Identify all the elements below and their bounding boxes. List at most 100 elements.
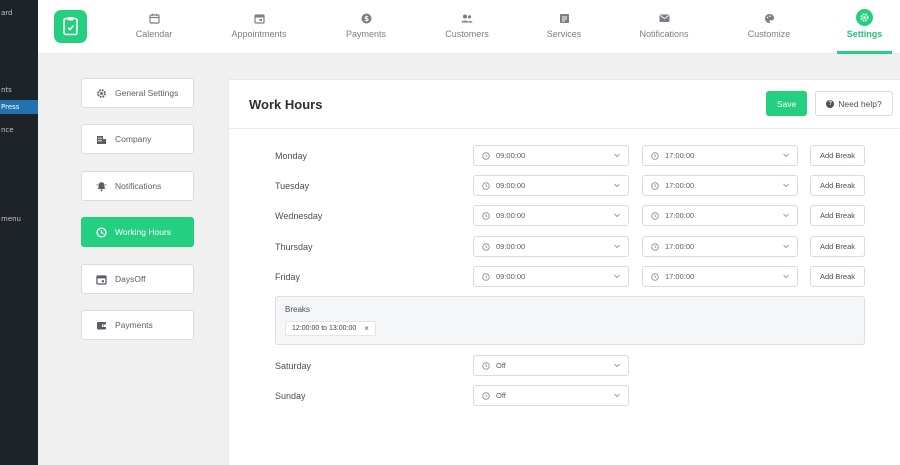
select-value: Off	[496, 391, 506, 400]
nav-label: Services	[546, 29, 582, 39]
wp-collapse-menu[interactable]: menu	[1, 215, 21, 223]
add-break-button[interactable]: Add Break	[810, 266, 865, 287]
clock-icon	[482, 361, 490, 370]
nav-notifications[interactable]: Notifications	[630, 0, 698, 54]
wallet-icon	[97, 321, 106, 329]
settings-menu-notifications[interactable]: Notifications	[81, 171, 194, 201]
breaks-title: Breaks	[285, 305, 310, 314]
need-help-label: Need help?	[838, 98, 882, 109]
clock-icon	[482, 272, 490, 281]
select-value: 17:00:00	[665, 151, 695, 160]
chevron-down-icon	[614, 153, 620, 158]
day-label: Thursday	[275, 242, 313, 252]
nav-settings[interactable]: Settings	[837, 0, 892, 54]
clock-icon	[482, 181, 490, 190]
nav-label: Customers	[445, 29, 489, 39]
nav-payments[interactable]: $ Payments	[336, 0, 396, 54]
clock-icon	[482, 391, 490, 400]
select-value: 17:00:00	[665, 272, 695, 281]
clock-icon	[96, 226, 107, 238]
chevron-down-icon	[783, 244, 789, 249]
calendar-icon	[148, 12, 160, 24]
day-label: Wednesday	[275, 211, 323, 221]
select-value: 09:00:00	[496, 272, 526, 281]
start-time-select[interactable]: 09:00:00	[473, 175, 629, 196]
start-time-select[interactable]: 09:00:00	[473, 145, 629, 166]
dollar-icon: $	[360, 12, 372, 24]
add-break-button[interactable]: Add Break	[810, 175, 865, 196]
select-value: 17:00:00	[665, 181, 695, 190]
wp-menu-item-dashboard[interactable]: ard	[1, 9, 13, 17]
settings-menu-payments[interactable]: Payments	[81, 310, 194, 340]
logo-icon	[63, 17, 78, 36]
start-time-select[interactable]: 09:00:00	[473, 236, 629, 257]
bell-icon	[96, 181, 107, 191]
calendar-check-icon	[253, 12, 265, 24]
clock-icon	[651, 242, 659, 251]
nav-customize[interactable]: Customize	[738, 0, 800, 54]
add-break-button[interactable]: Add Break	[810, 205, 865, 226]
settings-menu-daysoff[interactable]: DaysOff	[81, 264, 194, 294]
nav-appointments[interactable]: Appointments	[224, 0, 294, 54]
start-time-select[interactable]: 09:00:00	[473, 266, 629, 287]
breaks-box: Breaks 12:00:00 to 13:00:00 ×	[275, 296, 865, 345]
start-time-select[interactable]: 09:00:00	[473, 205, 629, 226]
settings-menu-general[interactable]: General Settings	[81, 78, 194, 108]
chevron-down-icon	[614, 183, 620, 188]
chevron-down-icon	[614, 244, 620, 249]
day-status-select[interactable]: Off	[473, 355, 629, 376]
select-value: 17:00:00	[665, 211, 695, 220]
chevron-down-icon	[783, 153, 789, 158]
menu-label: Company	[115, 134, 152, 144]
nav-label: Customize	[747, 29, 791, 39]
app-logo[interactable]	[54, 10, 87, 43]
end-time-select[interactable]: 17:00:00	[642, 205, 798, 226]
settings-menu-company[interactable]: Company	[81, 124, 194, 154]
top-nav: Calendar Appointments $ Payments Custome…	[38, 0, 900, 54]
day-status-select[interactable]: Off	[473, 385, 629, 406]
need-help-button[interactable]: ? Need help?	[815, 91, 893, 116]
end-time-select[interactable]: 17:00:00	[642, 266, 798, 287]
nav-calendar[interactable]: Calendar	[124, 0, 184, 54]
day-label: Friday	[275, 272, 301, 282]
nav-customers[interactable]: Customers	[436, 0, 498, 54]
clock-icon	[651, 211, 659, 220]
svg-text:$: $	[364, 15, 369, 23]
settings-menu-working-hours[interactable]: Working Hours	[81, 217, 194, 247]
end-time-select[interactable]: 17:00:00	[642, 145, 798, 166]
add-break-button[interactable]: Add Break	[810, 145, 865, 166]
day-label: Saturday	[275, 361, 312, 371]
chevron-down-icon	[614, 363, 620, 368]
menu-label: Payments	[115, 320, 153, 330]
wp-menu-item-appearance[interactable]: nce	[1, 126, 14, 134]
envelope-icon	[658, 12, 670, 24]
page-title: Work Hours	[249, 97, 323, 112]
users-icon	[461, 12, 473, 24]
calendar-icon	[96, 274, 107, 285]
menu-label: DaysOff	[115, 274, 146, 284]
gear-icon	[97, 88, 106, 98]
panel-header: Work Hours Save ? Need help?	[229, 80, 900, 129]
save-button[interactable]: Save	[766, 91, 807, 116]
wp-menu-item-plugin-active[interactable]: Press	[0, 100, 38, 114]
break-chip: 12:00:00 to 13:00:00 ×	[285, 321, 376, 336]
clock-icon	[482, 151, 490, 160]
chevron-down-icon	[783, 183, 789, 188]
menu-label: General Settings	[115, 88, 179, 98]
wp-menu-item-comments[interactable]: nts	[1, 86, 12, 94]
remove-break-icon[interactable]: ×	[364, 324, 369, 333]
question-icon: ?	[826, 99, 835, 108]
add-break-button[interactable]: Add Break	[810, 236, 865, 257]
end-time-select[interactable]: 17:00:00	[642, 236, 798, 257]
services-icon	[558, 12, 570, 24]
end-time-select[interactable]: 17:00:00	[642, 175, 798, 196]
nav-services[interactable]: Services	[534, 0, 594, 54]
nav-label: Settings	[846, 29, 883, 39]
day-label: Sunday	[275, 391, 306, 401]
chevron-down-icon	[783, 213, 789, 218]
select-value: 09:00:00	[496, 211, 526, 220]
clock-icon	[482, 211, 490, 220]
clock-icon	[482, 242, 490, 251]
day-label: Tuesday	[275, 181, 310, 191]
nav-label: Appointments	[231, 29, 287, 39]
